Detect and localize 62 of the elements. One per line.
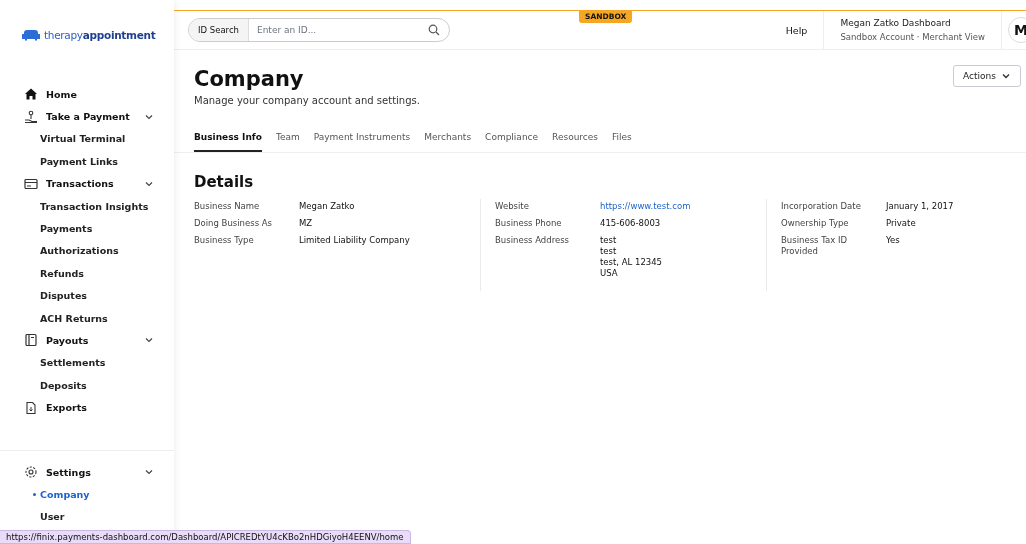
bullet-icon (33, 493, 36, 497)
website-link[interactable]: https://www.test.com (600, 201, 770, 212)
ledger-icon (24, 333, 38, 348)
settings-icon (24, 465, 38, 479)
help-link[interactable]: Help (769, 11, 825, 49)
field-value: Limited Liability Company (299, 235, 411, 246)
nav-subitem[interactable]: Virtual Terminal (0, 127, 174, 151)
field-value: Megan Zatko (299, 201, 356, 212)
nav-item[interactable]: Exports (0, 396, 174, 419)
nav-item[interactable]: Take a Payment (0, 105, 174, 128)
field-label: Business Tax ID Provided (781, 235, 848, 257)
field-label: Business Type (194, 235, 255, 246)
field-value: Yes (886, 235, 901, 247)
field-value: 415-606-8003 (600, 218, 662, 229)
sofa-icon (22, 29, 40, 41)
account-name: Megan Zatko Dashboard (840, 18, 952, 28)
chevron-icon (1001, 71, 1011, 81)
logo-wordmark: therapyappointment (44, 29, 156, 41)
nav-subitem[interactable]: Company (0, 483, 174, 506)
tab[interactable]: Resources (552, 128, 599, 152)
tab[interactable]: Files (612, 128, 632, 152)
tab[interactable]: Merchants (424, 128, 472, 152)
nav-subitem[interactable]: Transaction Insights (0, 194, 174, 218)
home-icon (24, 87, 38, 102)
search-label: ID Search (189, 19, 249, 41)
field-value: MZ (299, 218, 314, 229)
field-label: Business Phone (495, 218, 563, 229)
page-title: Company (194, 66, 305, 93)
tab[interactable]: Compliance (485, 128, 539, 152)
actions-button[interactable]: Actions (953, 65, 1021, 87)
tab[interactable]: Payment Instruments (313, 128, 411, 152)
nav-subitem[interactable]: User (0, 505, 174, 528)
status-url: https://finix.payments-dashboard.com/Dashboard/APICREDtYU4cKBo2nHDGiyoH4EENV/home (0, 530, 411, 544)
field-value: test test test, AL 12345 USA (600, 235, 664, 279)
field-label: Business Address (495, 235, 571, 247)
card-icon (24, 176, 38, 191)
nav-subitem[interactable]: Disputes (0, 284, 174, 307)
nav-item[interactable]: Settings (0, 460, 174, 484)
page-subtitle: Manage your company account and settings. (194, 95, 420, 106)
field-label: Business Name (194, 201, 261, 212)
field-value: January 1, 2017 (886, 201, 955, 212)
nav-subitem[interactable]: Refunds (0, 262, 174, 285)
document-icon (24, 400, 38, 415)
nav-subitem[interactable]: Payment Links (0, 150, 174, 173)
tab[interactable]: Team (275, 128, 300, 152)
field-label: Ownership Type (781, 218, 850, 229)
nav-subitem[interactable]: ACH Returns (0, 306, 174, 330)
field-label: Doing Business As (194, 218, 274, 229)
nav-item[interactable]: Payouts (0, 329, 174, 352)
nav-subitem[interactable]: Authorizations (0, 239, 174, 263)
field-value: Private (886, 218, 917, 229)
search-icon (428, 24, 440, 36)
nav-item[interactable]: Home (0, 83, 174, 106)
nav-subitem[interactable]: Settlements (0, 351, 174, 375)
nav-item[interactable]: Transactions (0, 172, 174, 195)
account-context: Sandbox Account · Merchant View (840, 32, 985, 42)
nav-subitem[interactable]: Payments (0, 217, 174, 240)
tab[interactable]: Business Info (194, 128, 262, 152)
section-heading: Details (194, 173, 255, 191)
nav-subitem[interactable]: Deposits (0, 374, 174, 397)
field-label: Incorporation Date (781, 201, 862, 212)
field-label: Website (495, 201, 530, 212)
